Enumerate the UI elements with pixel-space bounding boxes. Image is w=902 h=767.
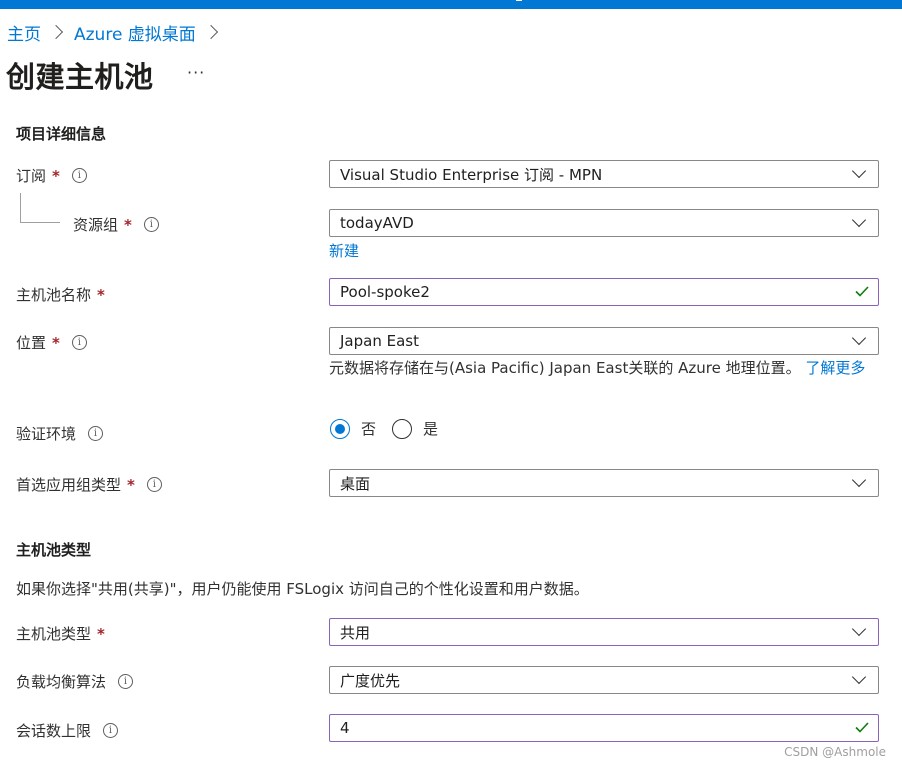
required-asterisk: *: [124, 215, 132, 234]
info-icon[interactable]: i: [71, 335, 87, 350]
chevron-down-icon: [851, 669, 867, 685]
load-balancing-value: 广度优先: [340, 671, 401, 690]
tree-connector-horizontal: [20, 222, 60, 223]
chevron-down-icon: [851, 212, 867, 228]
host-pool-name-input[interactable]: Pool-spoke2: [329, 278, 879, 306]
host-pool-type-label: 主机池类型 *: [16, 623, 105, 644]
breadcrumb-azure-virtual-desktop-link[interactable]: Azure 虚拟桌面: [74, 20, 196, 45]
chevron-down-icon: [851, 330, 867, 346]
chevron-right-icon: [48, 24, 64, 40]
host-pool-type-description: 如果你选择"共用(共享)"，用户仍能使用 FSLogix 访问自己的个性化设置和…: [16, 580, 589, 598]
validation-environment-radio-group: 否 是: [330, 418, 454, 439]
host-pool-name-label-text: 主机池名称: [16, 286, 92, 304]
checkmark-icon: [855, 286, 869, 297]
create-new-resource-group-link[interactable]: 新建: [329, 240, 359, 261]
resource-group-value: todayAVD: [340, 214, 414, 232]
host-pool-type-heading: 主机池类型: [16, 541, 92, 559]
preferred-app-group-type-value: 桌面: [340, 474, 371, 493]
chevron-right-icon: [203, 24, 218, 40]
top-accent-bar: [0, 0, 902, 9]
preferred-app-group-type-dropdown[interactable]: 桌面: [329, 469, 879, 497]
chevron-down-icon: [851, 163, 867, 179]
checkmark-icon: [855, 722, 869, 733]
project-details-heading: 项目详细信息: [16, 125, 107, 143]
more-options-button[interactable]: ···: [187, 63, 205, 82]
load-balancing-label: 负载均衡算法 i: [16, 671, 134, 692]
load-balancing-label-text: 负载均衡算法: [16, 673, 107, 691]
host-pool-type-label-text: 主机池类型: [16, 625, 92, 643]
info-icon[interactable]: i: [143, 217, 159, 232]
info-icon[interactable]: i: [71, 168, 87, 183]
session-limit-label: 会话数上限 i: [16, 720, 119, 741]
required-asterisk: *: [52, 333, 60, 352]
radio-yes[interactable]: [392, 418, 413, 439]
location-label: 位置 * i: [16, 332, 87, 353]
location-help-text: 元数据将存储在与(Asia Pacific) Japan East关联的 Azu…: [329, 357, 889, 379]
chevron-down-icon: [851, 472, 867, 488]
preferred-app-group-type-label-text: 首选应用组类型: [16, 476, 122, 494]
top-bar-gap: [516, 0, 522, 1]
tree-connector-vertical: [20, 193, 21, 222]
required-asterisk: *: [127, 475, 135, 494]
breadcrumb-home-link[interactable]: 主页: [7, 20, 41, 45]
validation-environment-label-text: 验证环境: [16, 425, 77, 443]
breadcrumb: 主页 Azure 虚拟桌面: [7, 20, 229, 45]
session-limit-value: 4: [340, 719, 350, 737]
session-limit-input[interactable]: 4: [329, 714, 879, 742]
location-value: Japan East: [340, 332, 419, 350]
info-icon[interactable]: i: [118, 674, 134, 689]
subscription-label-text: 订阅: [16, 167, 47, 185]
host-pool-name-value: Pool-spoke2: [340, 283, 430, 301]
learn-more-link[interactable]: 了解更多: [805, 359, 865, 377]
resource-group-dropdown[interactable]: todayAVD: [329, 209, 879, 237]
radio-yes-label[interactable]: 是: [423, 418, 438, 439]
required-asterisk: *: [97, 624, 105, 643]
chevron-down-icon: [851, 621, 867, 637]
radio-no-label[interactable]: 否: [361, 418, 376, 439]
validation-environment-label: 验证环境 i: [16, 423, 104, 444]
page-title: 创建主机池: [6, 60, 154, 94]
resource-group-label: 资源组 * i: [73, 214, 159, 235]
radio-no[interactable]: [330, 418, 350, 439]
load-balancing-dropdown[interactable]: 广度优先: [329, 666, 879, 694]
location-dropdown[interactable]: Japan East: [329, 327, 879, 355]
preferred-app-group-type-label: 首选应用组类型 * i: [16, 474, 162, 495]
subscription-value: Visual Studio Enterprise 订阅 - MPN: [340, 165, 603, 184]
session-limit-label-text: 会话数上限: [16, 722, 92, 740]
required-asterisk: *: [52, 166, 60, 185]
host-pool-type-dropdown[interactable]: 共用: [329, 618, 879, 646]
location-help-message: 元数据将存储在与(Asia Pacific) Japan East关联的 Azu…: [329, 359, 801, 377]
location-label-text: 位置: [16, 334, 47, 352]
subscription-dropdown[interactable]: Visual Studio Enterprise 订阅 - MPN: [329, 160, 879, 188]
info-icon[interactable]: i: [103, 723, 119, 738]
info-icon[interactable]: i: [88, 426, 104, 441]
host-pool-name-label: 主机池名称 *: [16, 284, 105, 305]
info-icon[interactable]: i: [146, 477, 162, 492]
resource-group-label-text: 资源组: [73, 216, 119, 234]
watermark: CSDN @Ashmole: [784, 745, 886, 759]
host-pool-type-value: 共用: [340, 623, 371, 642]
required-asterisk: *: [97, 285, 105, 304]
subscription-label: 订阅 * i: [16, 165, 87, 186]
